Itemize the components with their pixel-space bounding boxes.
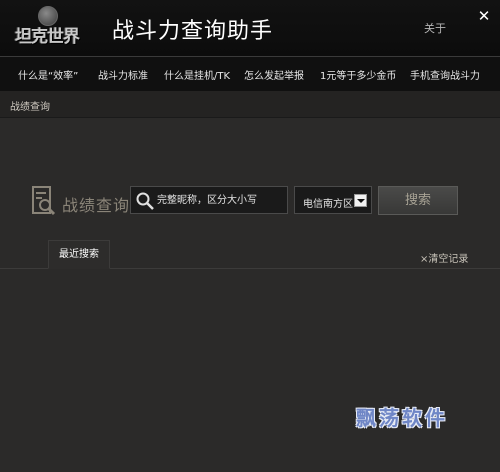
nav-item-mobile-query[interactable]: 手机查询战斗力 (410, 67, 480, 82)
nav-item-gold-rate[interactable]: 1元等于多少金币 (320, 67, 396, 82)
close-button[interactable]: ✕ (476, 8, 492, 24)
search-button[interactable]: 搜索 (378, 186, 458, 215)
chevron-down-icon[interactable] (354, 194, 367, 207)
watermark: 飘荡软件 (356, 406, 448, 430)
breadcrumb: 战绩查询 (0, 91, 500, 118)
breadcrumb-current: 战绩查询 (10, 102, 50, 113)
about-link[interactable]: 关于 (424, 20, 446, 36)
nav-item-combat-standard[interactable]: 战斗力标准 (98, 67, 148, 82)
server-select[interactable]: 电信南方区 (294, 186, 372, 214)
search-box (130, 186, 288, 214)
search-section-title: 战绩查询 (62, 196, 131, 215)
logo-text: 坦克世界 (15, 27, 80, 47)
nav-item-afk-tk[interactable]: 什么是挂机/TK (164, 67, 230, 82)
nickname-input[interactable] (157, 190, 283, 210)
app-title: 战斗力查询助手 (112, 19, 274, 44)
title-bar: 坦克世界 战斗力查询助手 关于 ✕ (0, 0, 500, 56)
tab-recent-searches[interactable]: 最近搜索 (48, 240, 110, 269)
clear-records-link[interactable]: ×清空记录 (420, 250, 468, 265)
nav-item-efficiency[interactable]: 什么是“效率” (18, 67, 78, 82)
record-search-icon (32, 186, 56, 216)
top-nav: 什么是“效率” 战斗力标准 什么是挂机/TK 怎么发起举报 1元等于多少金币 手… (0, 56, 500, 92)
server-selected-value: 电信南方区 (303, 199, 353, 210)
game-logo: 坦克世界 (10, 6, 84, 50)
nav-item-report[interactable]: 怎么发起举报 (244, 67, 304, 82)
search-icon (136, 192, 154, 210)
